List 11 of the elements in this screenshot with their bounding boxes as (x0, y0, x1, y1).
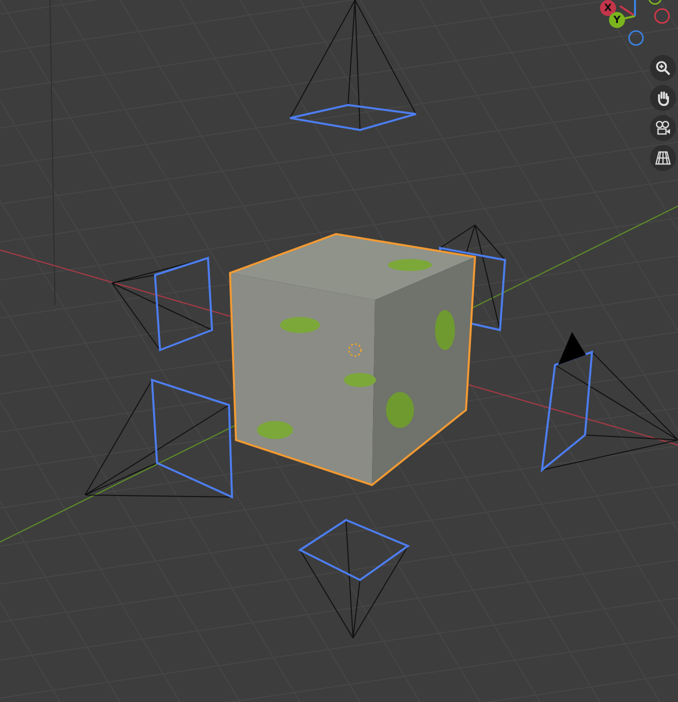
grid-icon (655, 150, 671, 166)
zoom-button[interactable] (650, 55, 676, 81)
zoom-icon (655, 60, 671, 76)
grid-button[interactable] (650, 145, 676, 171)
axis-label[interactable]: X (600, 0, 616, 16)
camera-icon (655, 120, 671, 136)
camera-up-triangle-icon (558, 332, 586, 365)
camera-button[interactable] (650, 115, 676, 141)
hand-icon (655, 90, 671, 106)
axis-label[interactable]: Y (609, 12, 625, 28)
pan-button[interactable] (650, 85, 676, 111)
